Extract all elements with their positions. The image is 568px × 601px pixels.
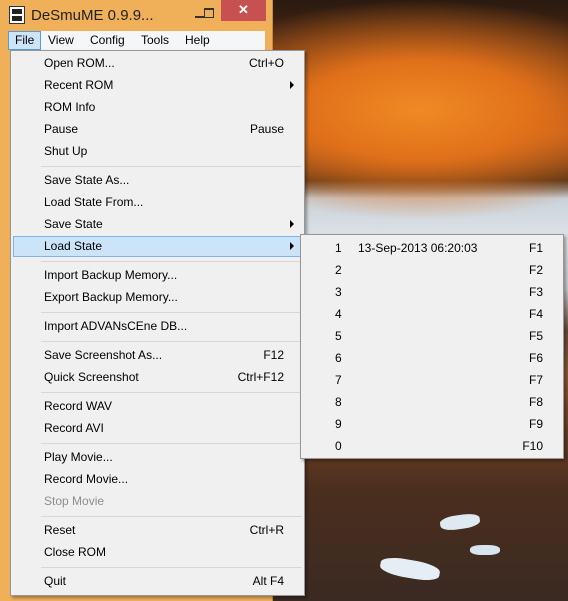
menu-item-load-state[interactable]: Load State [13, 236, 302, 257]
load-state-slot-3[interactable]: 3 F3 [303, 281, 561, 303]
menu-item-quit[interactable]: Quit Alt F4 [13, 571, 302, 592]
menu-item-close-rom[interactable]: Close ROM [13, 542, 302, 563]
load-state-slot-5[interactable]: 5 F5 [303, 325, 561, 347]
menu-separator [41, 312, 302, 313]
menu-item-record-movie[interactable]: Record Movie... [13, 469, 302, 490]
menu-item-import-advanscene-db[interactable]: Import ADVANsCEne DB... [13, 316, 302, 337]
snow-patch [470, 545, 500, 555]
file-menu-dropdown: Open ROM... Ctrl+O Recent ROM ROM Info Pa… [10, 50, 305, 596]
menu-tools[interactable]: Tools [135, 31, 175, 50]
menu-item-save-state[interactable]: Save State [13, 214, 302, 235]
menu-item-record-wav[interactable]: Record WAV [13, 396, 302, 417]
menu-item-record-avi[interactable]: Record AVI [13, 418, 302, 439]
snow-patch [439, 512, 481, 532]
menu-view[interactable]: View [42, 31, 80, 50]
menu-item-open-rom[interactable]: Open ROM... Ctrl+O [13, 53, 302, 74]
menu-item-play-movie[interactable]: Play Movie... [13, 447, 302, 468]
menu-item-reset[interactable]: Reset Ctrl+R [13, 520, 302, 541]
submenu-arrow-icon [290, 242, 294, 250]
menu-item-load-state-from[interactable]: Load State From... [13, 192, 302, 213]
menu-item-import-backup-memory[interactable]: Import Backup Memory... [13, 265, 302, 286]
maximize-button[interactable] [198, 4, 218, 22]
load-state-submenu: 1 13-Sep-2013 06:20:03 F1 2 F2 3 F3 4 F4… [300, 234, 564, 459]
menu-separator [41, 567, 302, 568]
load-state-slot-2[interactable]: 2 F2 [303, 259, 561, 281]
menu-separator [41, 341, 302, 342]
submenu-arrow-icon [290, 81, 294, 89]
menu-file[interactable]: File [8, 31, 42, 50]
load-state-slot-1[interactable]: 1 13-Sep-2013 06:20:03 F1 [303, 237, 561, 259]
menu-item-quick-screenshot[interactable]: Quick Screenshot Ctrl+F12 [13, 367, 302, 388]
menu-item-rom-info[interactable]: ROM Info [13, 97, 302, 118]
load-state-slot-0[interactable]: 0 F10 [303, 435, 561, 457]
menu-bar: File View Config Tools Help [8, 31, 265, 50]
menu-config[interactable]: Config [84, 31, 131, 50]
load-state-slot-6[interactable]: 6 F6 [303, 347, 561, 369]
load-state-slot-8[interactable]: 8 F8 [303, 391, 561, 413]
menu-item-export-backup-memory[interactable]: Export Backup Memory... [13, 287, 302, 308]
menu-separator [41, 261, 302, 262]
menu-item-save-state-as[interactable]: Save State As... [13, 170, 302, 191]
menu-separator [41, 392, 302, 393]
menu-item-shut-up[interactable]: Shut Up [13, 141, 302, 162]
menu-item-pause[interactable]: Pause Pause [13, 119, 302, 140]
snow-patch [378, 554, 442, 584]
menu-separator [41, 166, 302, 167]
load-state-slot-9[interactable]: 9 F9 [303, 413, 561, 435]
window-title: DeSmuME 0.9.9... [31, 7, 154, 24]
menu-separator [41, 516, 302, 517]
menu-item-recent-rom[interactable]: Recent ROM [13, 75, 302, 96]
menu-item-save-screenshot-as[interactable]: Save Screenshot As... F12 [13, 345, 302, 366]
load-state-slot-7[interactable]: 7 F7 [303, 369, 561, 391]
app-icon[interactable] [9, 6, 25, 24]
close-button[interactable]: ✕ [221, 0, 266, 21]
title-bar[interactable]: DeSmuME 0.9.9... ✕ [0, 0, 272, 30]
menu-separator [41, 443, 302, 444]
menu-help[interactable]: Help [179, 31, 216, 50]
menu-item-stop-movie: Stop Movie [44, 494, 105, 508]
load-state-slot-4[interactable]: 4 F4 [303, 303, 561, 325]
submenu-arrow-icon [290, 220, 294, 228]
